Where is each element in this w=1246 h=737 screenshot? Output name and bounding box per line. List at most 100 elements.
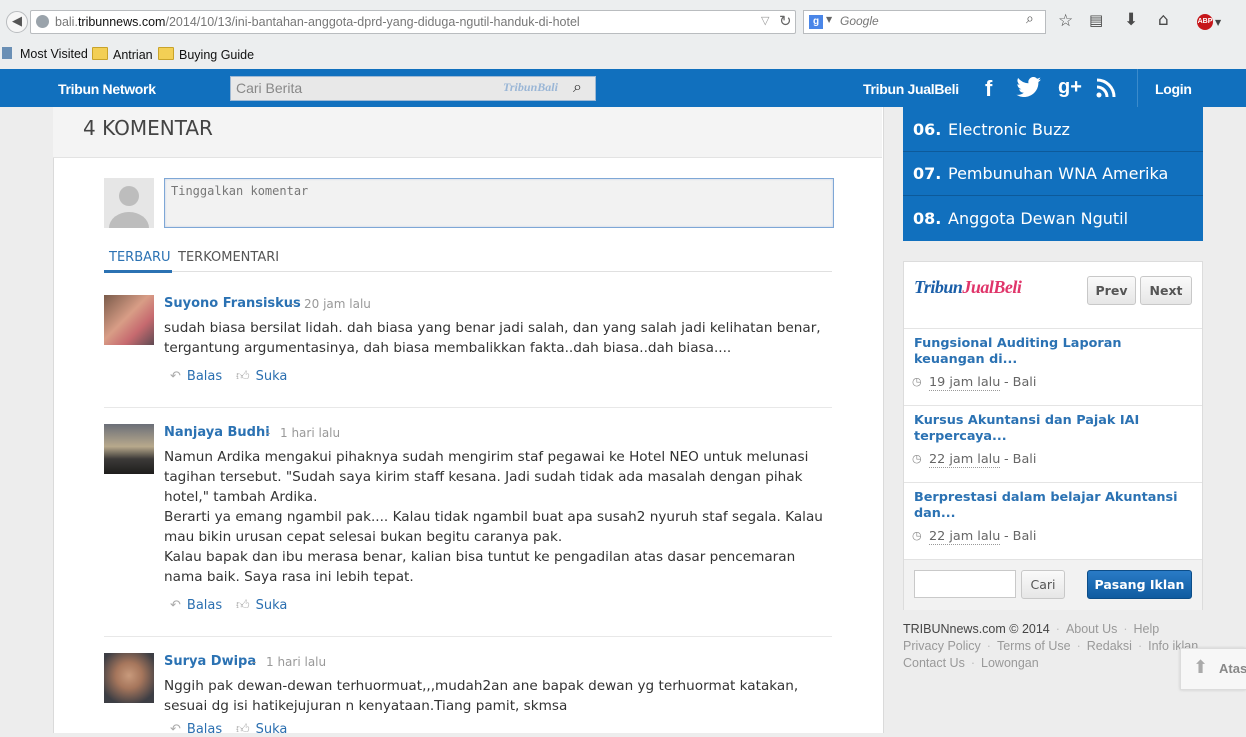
footer-link-redaksi[interactable]: Redaksi	[1087, 639, 1132, 653]
comment-author[interactable]: Suyono Fransiskus	[164, 296, 301, 311]
bookmark-antrian[interactable]: Antrian	[92, 47, 153, 62]
trending-label: Electronic Buzz	[948, 120, 1070, 139]
download-icon[interactable]: ⬇	[1124, 10, 1138, 30]
facebook-icon[interactable]: f	[985, 76, 992, 102]
rss-icon[interactable]	[1096, 78, 1116, 98]
url-host: tribunnews.com	[77, 15, 166, 29]
avatar[interactable]	[104, 295, 154, 345]
next-button[interactable]: Next	[1140, 276, 1192, 305]
jualbeli-search-input[interactable]	[914, 570, 1016, 598]
jualbeli-item-time: 19 jam lalu	[929, 375, 1001, 391]
prev-button[interactable]: Prev	[1087, 276, 1136, 305]
like-button[interactable]: 👍︎ Suka	[236, 369, 287, 384]
footer-link-about[interactable]: About Us	[1066, 622, 1117, 636]
footer-link-help[interactable]: Help	[1134, 622, 1160, 636]
avatar[interactable]	[104, 424, 154, 474]
comment-input-placeholder: Tinggalkan komentar	[171, 184, 309, 198]
jualbeli-search-button[interactable]: Cari	[1021, 570, 1065, 599]
comment-divider	[104, 636, 832, 637]
adblock-icon[interactable]: ABP	[1197, 14, 1213, 30]
dropdown-arrow-icon[interactable]: ▽	[761, 14, 769, 27]
footer-link-contact[interactable]: Contact Us	[903, 656, 965, 670]
reply-button[interactable]: ↶ Balas	[170, 369, 222, 384]
trending-item[interactable]: 06. Electronic Buzz	[903, 107, 1203, 152]
tab-terkomentari[interactable]: TERKOMENTARI	[178, 250, 279, 265]
like-button[interactable]: 👍︎ Suka	[236, 598, 287, 613]
bookmark-most-visited[interactable]: Most Visited	[20, 47, 88, 61]
tribun-network-link[interactable]: Tribun Network	[58, 81, 156, 97]
footer-link-privacy[interactable]: Privacy Policy	[903, 639, 981, 653]
login-link[interactable]: Login	[1155, 81, 1192, 97]
footer-row: TRIBUNnews.com © 2014 · About Us · Help	[903, 622, 1160, 636]
browser-search-input[interactable]: Google	[840, 14, 879, 28]
reload-icon[interactable]: ↻	[779, 12, 792, 30]
address-bar[interactable]: bali.tribunnews.com/2014/10/13/ini-banta…	[30, 10, 796, 34]
copyright: TRIBUNnews.com © 2014	[903, 622, 1050, 636]
like-button[interactable]: 👍︎ Suka	[236, 722, 287, 737]
url-text[interactable]: bali.tribunnews.com/2014/10/13/ini-banta…	[55, 11, 580, 33]
back-to-top-label: Atas	[1219, 661, 1246, 676]
comment-separator: -	[290, 297, 295, 311]
bookmark-buying-guide[interactable]: Buying Guide	[158, 47, 254, 62]
magnifier-icon[interactable]: ⌕	[1026, 11, 1034, 27]
back-icon[interactable]: ◀	[6, 11, 28, 33]
site-identity-icon[interactable]	[36, 15, 49, 28]
reply-button[interactable]: ↶ Balas	[170, 598, 222, 613]
twitter-icon[interactable]	[1016, 76, 1042, 98]
like-label: Suka	[255, 369, 288, 384]
browser-search-bar[interactable]: g ▼ Google ⌕	[803, 10, 1046, 34]
tribun-jualbeli-logo[interactable]: TribunJualBeli	[914, 277, 1022, 298]
jualbeli-item-title[interactable]: Kursus Akuntansi dan Pajak IAI terpercay…	[914, 413, 1179, 445]
home-icon[interactable]: ⌂	[1158, 10, 1169, 30]
jualbeli-item-location: - Bali	[1004, 375, 1037, 390]
chevron-down-icon[interactable]: ▼	[826, 15, 832, 24]
thumbs-up-icon: 👍︎	[236, 369, 250, 384]
clock-icon: ◷	[912, 452, 922, 465]
comment-time[interactable]: 1 hari lalu	[280, 426, 340, 440]
google-icon[interactable]: g	[809, 15, 823, 29]
jualbeli-item[interactable]: Berprestasi dalam belajar Akuntansi dan.…	[904, 482, 1202, 560]
trending-number: 07.	[913, 164, 942, 183]
chevron-down-icon[interactable]: ▼	[1215, 18, 1221, 27]
like-label: Suka	[255, 722, 288, 737]
comment-author[interactable]: Surya Dwipa	[164, 654, 256, 669]
tribun-jualbeli-link[interactable]: Tribun JualBeli	[863, 81, 959, 97]
footer-row: Privacy Policy · Terms of Use · Redaksi · Info…	[903, 639, 1199, 653]
reply-icon: ↶	[170, 722, 181, 737]
footer-row: Contact Us · Lowongan	[903, 656, 1039, 670]
trending-item[interactable]: 07. Pembunuhan WNA Amerika	[903, 152, 1203, 196]
arrow-up-icon: ⬆	[1193, 657, 1209, 678]
comment-input[interactable]: Tinggalkan komentar	[164, 178, 834, 228]
comment-text: Namun Ardika mengakui pihaknya sudah men…	[164, 449, 823, 585]
comment-time[interactable]: 1 hari lalu	[266, 655, 326, 669]
trending-label: Anggota Dewan Ngutil	[948, 209, 1129, 228]
star-bookmark-icon[interactable]: ☆	[1058, 11, 1073, 31]
comment-author[interactable]: Nanjaya Budhi	[164, 425, 270, 440]
search-icon[interactable]: ⌕	[573, 77, 582, 97]
jualbeli-item[interactable]: Kursus Akuntansi dan Pajak IAI terpercay…	[904, 405, 1202, 483]
default-avatar	[104, 178, 154, 228]
jualbeli-item-title[interactable]: Fungsional Auditing Laporan keuangan di.…	[914, 336, 1179, 368]
tab-terbaru[interactable]: TERBARU	[109, 250, 171, 265]
reading-list-icon[interactable]: ▤	[1089, 11, 1103, 29]
trending-item[interactable]: 08. Anggota Dewan Ngutil	[903, 196, 1203, 241]
reply-button[interactable]: ↶ Balas	[170, 722, 222, 737]
site-search-input[interactable]: Cari Berita	[236, 80, 302, 96]
comment-text: Nggih pak dewan-dewan terhuormuat,,,muda…	[164, 678, 799, 714]
comment-separator: -	[266, 426, 271, 440]
comment-time[interactable]: 20 jam lalu	[304, 297, 371, 311]
header-divider	[1137, 69, 1138, 107]
reply-icon: ↶	[170, 369, 181, 384]
jualbeli-item[interactable]: Fungsional Auditing Laporan keuangan di.…	[904, 328, 1202, 406]
trending-number: 08.	[913, 209, 942, 228]
avatar[interactable]	[104, 653, 154, 703]
jualbeli-item-title[interactable]: Berprestasi dalam belajar Akuntansi dan.…	[914, 490, 1179, 522]
google-plus-icon[interactable]: g+	[1058, 76, 1082, 99]
footer-link-lowongan[interactable]: Lowongan	[981, 656, 1039, 670]
thumbs-up-icon: 👍︎	[236, 722, 250, 737]
pasang-iklan-button[interactable]: Pasang Iklan	[1087, 570, 1192, 599]
back-to-top-button[interactable]: ⬆ Atas	[1180, 648, 1246, 690]
comment-text: sudah biasa bersilat lidah. dah biasa ya…	[164, 320, 821, 356]
footer-link-terms[interactable]: Terms of Use	[997, 639, 1071, 653]
site-search[interactable]: Cari Berita TribunBali ⌕	[230, 76, 596, 101]
